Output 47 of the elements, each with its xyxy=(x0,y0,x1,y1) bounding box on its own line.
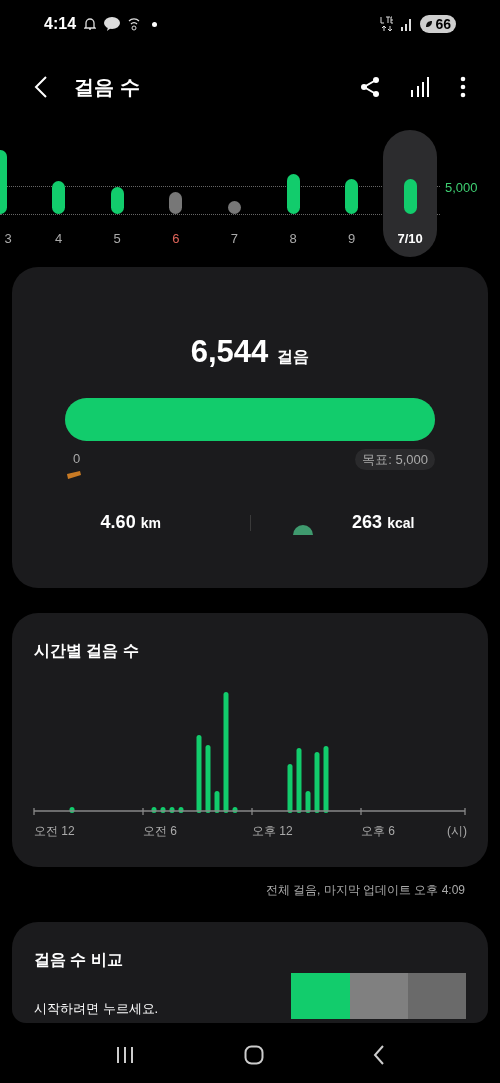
tag-icon xyxy=(67,471,81,479)
distance-unit: km xyxy=(140,514,161,533)
day-bar[interactable] xyxy=(52,181,66,214)
share-icon[interactable] xyxy=(360,76,380,98)
status-time: 4:14 xyxy=(44,14,77,34)
x-axis-label: 오전 6 xyxy=(143,823,177,840)
bell-icon xyxy=(84,17,97,31)
day-bar[interactable] xyxy=(286,174,300,214)
lte-icon xyxy=(380,16,395,32)
day-label[interactable]: 8 xyxy=(273,229,313,249)
x-axis-label: 오전 12 xyxy=(34,823,75,840)
wifi-icon xyxy=(128,17,141,31)
day-label[interactable]: 7 xyxy=(214,229,255,249)
goal-line-label: 5,000 xyxy=(445,179,478,197)
x-axis-label: (시) xyxy=(447,823,467,840)
more-options-icon[interactable] xyxy=(460,76,466,98)
compare-card[interactable]: 걸음 수 비교 시작하려면 누르세요. xyxy=(12,922,488,1023)
day-label[interactable]: 7/10 xyxy=(390,229,431,249)
chat-bubble-icon xyxy=(104,17,121,31)
day-bar[interactable] xyxy=(227,201,241,214)
day-label[interactable]: 4 xyxy=(38,229,79,249)
x-axis-label: 오후 6 xyxy=(361,823,395,840)
day-label[interactable]: 6 xyxy=(155,229,196,249)
back-nav-button[interactable] xyxy=(373,1045,386,1065)
goal-label: 목표: 5,000 xyxy=(355,448,435,470)
day-bar[interactable] xyxy=(169,192,183,214)
calories-unit: kcal xyxy=(387,514,415,533)
day-label[interactable]: 5 xyxy=(97,229,138,249)
battery-indicator: 66 xyxy=(420,15,456,33)
page-title: 걸음 수 xyxy=(74,75,140,100)
compare-title: 걸음 수 비교 xyxy=(34,950,123,970)
progress-start-label: 0 xyxy=(73,449,81,468)
recent-apps-button[interactable] xyxy=(114,1046,135,1064)
update-note: 전체 걸음, 마지막 업데이트 오후 4:09 xyxy=(265,882,465,899)
home-button[interactable] xyxy=(244,1045,264,1065)
day-label[interactable]: 3 xyxy=(0,229,28,249)
x-axis-label: 오후 12 xyxy=(252,823,293,840)
hourly-title: 시간별 걸음 수 xyxy=(34,641,139,661)
day-bar[interactable] xyxy=(345,179,359,214)
day-bar[interactable] xyxy=(110,187,124,214)
calories-value: 263 xyxy=(352,511,383,534)
chart-icon[interactable] xyxy=(410,76,430,98)
day-label[interactable]: 9 xyxy=(331,229,372,249)
distance-value: 4.60 xyxy=(100,511,136,534)
compare-subtitle: 시작하려면 누르세요. xyxy=(34,1000,159,1018)
step-unit: 걸음 xyxy=(277,347,310,367)
step-count: 6,544 xyxy=(190,333,269,371)
